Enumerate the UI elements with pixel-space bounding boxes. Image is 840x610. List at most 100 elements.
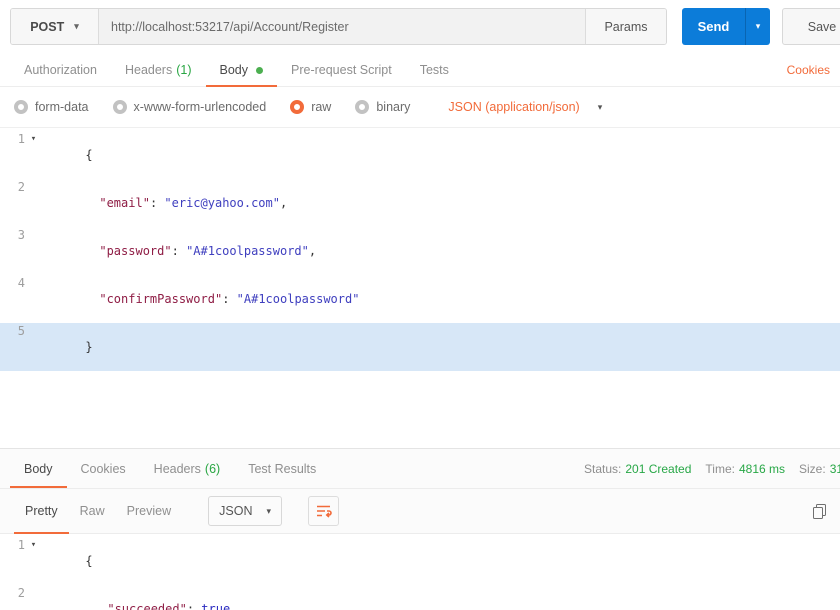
send-button[interactable]: Send [682,8,745,45]
chevron-down-icon: ▾ [755,21,761,31]
response-tab-body[interactable]: Body [10,449,67,488]
token: "succeeded" [107,602,187,610]
request-body-editor[interactable]: 1 ▾ { 2 "email": "eric@yahoo.com", 3 "pa… [0,127,840,448]
bodytype-urlencoded[interactable]: x-www-form-urlencoded [112,100,267,114]
line-number: 3 [17,228,25,242]
fold-arrow-icon[interactable]: ▾ [25,131,42,179]
wrap-text-button[interactable] [308,496,340,526]
wrap-text-icon [316,505,332,518]
code-line: 2 "email": "eric@yahoo.com", [0,179,840,227]
tab-body[interactable]: Body [205,54,278,87]
tab-authorization[interactable]: Authorization [10,54,111,86]
response-tab-test-results[interactable]: Test Results [234,449,330,488]
request-bar: POST ▾ Params Send ▾ Save [0,0,840,54]
time-value: 4816 ms [738,461,785,476]
radio-selected-icon [290,100,305,114]
token: : [149,196,165,210]
gutter: 1 ▾ [0,537,42,585]
token: "confirmPassword" [99,292,223,306]
bodytype-form-data[interactable]: form-data [14,100,89,114]
chevron-down-icon: ▾ [266,505,272,516]
token: "A#1coolpassword" [236,292,360,306]
tab-label: Pre-request Script [291,63,392,77]
params-button[interactable]: Params [585,9,666,44]
gutter: 2 [0,179,42,227]
gutter-spacer [25,227,42,275]
time-label: Time: [705,461,735,476]
format-label: JSON [219,504,253,518]
tab-tests[interactable]: Tests [406,54,463,86]
status-label: Status: [584,461,622,476]
content-type-dropdown[interactable]: JSON (application/json) ▾ [448,100,602,114]
bodytype-label: form-data [35,100,89,114]
code-text: "confirmPassword": "A#1coolpassword" [42,275,359,323]
copy-response-button[interactable] [812,489,827,533]
radio-icon [112,100,127,114]
code-line: 2 "succeeded": true, [0,585,840,610]
tab-headers[interactable]: Headers (1) [111,54,206,86]
line-number: 5 [17,324,25,338]
size-value: 31 [829,461,840,476]
headers-count-badge: (1) [176,63,192,77]
request-tabs: Authorization Headers (1) Body Pre-reque… [0,54,840,87]
radio-icon [355,100,370,114]
tab-label: Preview [126,504,172,518]
bodytype-raw[interactable]: raw [290,100,331,114]
send-label: Send [697,19,730,34]
code-text: "email": "eric@yahoo.com", [42,179,287,227]
bodytype-label: x-www-form-urlencoded [133,100,267,114]
response-tabs: Body Cookies Headers (6) Test Results St… [0,448,840,488]
gutter-spacer [25,179,42,227]
response-format-dropdown[interactable]: JSON ▾ [208,496,283,526]
line-number: 1 [17,132,25,146]
chevron-down-icon: ▾ [597,101,603,112]
token: "eric@yahoo.com" [164,196,280,210]
gutter: 5 [0,323,42,371]
tab-label: Pretty [25,504,58,518]
view-tab-pretty[interactable]: Pretty [14,489,69,534]
code-text: { [42,131,93,179]
tab-label: Raw [79,504,105,518]
fold-arrow-icon[interactable]: ▾ [25,537,42,585]
token: { [85,148,93,162]
response-body-editor[interactable]: 1 ▾ { 2 "succeeded": true, 3 "errors": [… [0,534,840,610]
tab-label: Headers [124,63,173,77]
code-line: 4 "confirmPassword": "A#1coolpassword" [0,275,840,323]
method-dropdown[interactable]: POST ▾ [11,9,98,44]
send-button-group: Send ▾ [682,8,770,45]
line-number: 2 [17,180,25,194]
token: { [85,554,93,568]
cookies-link[interactable]: Cookies [787,54,830,86]
copy-icon [813,503,826,519]
response-tab-headers[interactable]: Headers (6) [140,449,235,488]
content-type-label: JSON (application/json) [448,100,580,114]
response-tab-cookies[interactable]: Cookies [67,449,140,488]
cookies-label: Cookies [786,63,830,77]
token: true [201,602,231,610]
bodytype-binary[interactable]: binary [355,100,410,114]
code-text: { [42,537,93,585]
view-tab-preview[interactable]: Preview [116,489,182,533]
tab-pre-request-script[interactable]: Pre-request Script [277,54,406,86]
view-tab-raw[interactable]: Raw [69,489,116,533]
gutter: 4 [0,275,42,323]
token: , [279,196,288,210]
send-options-button[interactable]: ▾ [745,8,770,45]
token: , [308,244,317,258]
save-button[interactable]: Save [782,8,840,45]
chevron-down-icon: ▾ [74,21,79,31]
tab-label: Tests [419,63,449,77]
method-label: POST [30,19,65,34]
bodytype-label: raw [311,100,332,114]
params-label: Params [604,19,648,34]
line-number: 2 [17,586,25,600]
response-view-toolbar: Pretty Raw Preview JSON ▾ [0,488,840,534]
code-line-highlighted: 5 } [0,323,840,371]
line-number: 4 [17,276,25,290]
token: : [171,244,187,258]
tab-label: Cookies [80,461,126,476]
url-input[interactable] [98,9,585,44]
gutter-spacer [25,275,42,323]
size-label: Size: [799,461,826,476]
headers-count-badge: (6) [204,461,221,476]
